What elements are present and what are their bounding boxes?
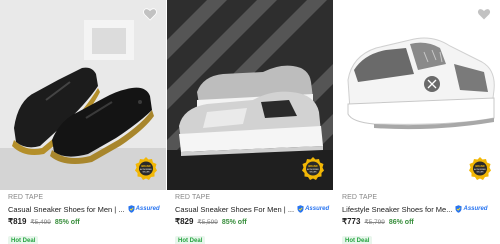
title-row: Casual Sneaker Shoes For Men | ... Assur… <box>175 203 329 215</box>
title-row: Casual Sneaker Shoes for Men | ... Assur… <box>8 203 160 215</box>
brand-authorised-seller-badge-icon: BRAND AUTHORISED SELLER <box>135 157 157 180</box>
badge-line-1: BRAND <box>475 164 484 168</box>
product-title[interactable]: Casual Sneaker Shoes For Men | ... <box>175 205 294 214</box>
original-price: ₹5,799 <box>364 219 385 226</box>
assured-shield-icon <box>127 205 135 213</box>
assured-shield-icon <box>297 205 304 213</box>
brand-authorised-seller-badge-icon: BRAND AUTHORISED SELLER <box>469 157 491 180</box>
assured-shield-icon <box>455 205 463 213</box>
wishlist-heart-icon[interactable] <box>142 6 158 22</box>
assured-label: Assured <box>305 206 330 212</box>
price-row: ₹819 ₹5,499 85% off <box>8 217 158 228</box>
product-info: RED TAPE Casual Sneaker Shoes For Men | … <box>167 190 333 244</box>
assured-badge: Assured <box>127 205 160 213</box>
product-image[interactable]: BRAND AUTHORISED SELLER <box>334 0 500 190</box>
assured-badge: Assured <box>455 205 488 213</box>
price-row: ₹829 ₹5,599 85% off <box>175 217 325 228</box>
product-info: RED TAPE Casual Sneaker Shoes for Men | … <box>0 190 166 244</box>
badge-line-3: SELLER <box>310 172 318 174</box>
hot-deal-tag: Hot Deal <box>342 236 373 244</box>
hot-deal-tag: Hot Deal <box>8 236 39 244</box>
wishlist-heart-icon[interactable] <box>476 6 492 22</box>
brand-authorised-seller-badge-icon: BRAND AUTHORISED SELLER <box>302 157 324 180</box>
product-brand: RED TAPE <box>175 194 211 201</box>
badge-line-1: BRAND <box>141 164 150 168</box>
assured-label: Assured <box>135 206 160 212</box>
discount-percent: 86% off <box>388 219 414 226</box>
product-title[interactable]: Lifestyle Sneaker Shoes for Me... <box>342 205 452 214</box>
original-price: ₹5,599 <box>197 219 218 226</box>
selling-price: ₹773 <box>342 217 361 226</box>
product-title[interactable]: Casual Sneaker Shoes for Men | ... <box>8 205 125 214</box>
hot-deal-tag: Hot Deal <box>175 236 206 244</box>
product-card[interactable]: BRAND AUTHORISED SELLER RED TAPE Casual … <box>167 0 333 244</box>
product-brand: RED TAPE <box>342 194 378 201</box>
badge-line-3: SELLER <box>477 172 485 174</box>
product-image[interactable]: BRAND AUTHORISED SELLER <box>0 0 166 190</box>
product-brand: RED TAPE <box>8 194 44 201</box>
product-card[interactable]: BRAND AUTHORISED SELLER RED TAPE Lifesty… <box>334 0 500 244</box>
product-grid: BRAND AUTHORISED SELLER RED TAPE Casual … <box>0 0 500 244</box>
title-row: Lifestyle Sneaker Shoes for Me... Assure… <box>342 203 492 215</box>
discount-percent: 85% off <box>54 219 80 226</box>
product-image[interactable]: BRAND AUTHORISED SELLER <box>167 0 333 190</box>
discount-percent: 85% off <box>221 219 247 226</box>
original-price: ₹5,499 <box>30 219 51 226</box>
product-card[interactable]: BRAND AUTHORISED SELLER RED TAPE Casual … <box>0 0 166 244</box>
selling-price: ₹829 <box>175 217 194 226</box>
assured-badge: Assured <box>297 205 329 213</box>
price-row: ₹773 ₹5,799 86% off <box>342 217 492 228</box>
selling-price: ₹819 <box>8 217 27 226</box>
product-info: RED TAPE Lifestyle Sneaker Shoes for Me.… <box>334 190 500 244</box>
assured-label: Assured <box>463 206 488 212</box>
badge-line-3: SELLER <box>143 172 151 174</box>
badge-line-1: BRAND <box>308 164 317 168</box>
